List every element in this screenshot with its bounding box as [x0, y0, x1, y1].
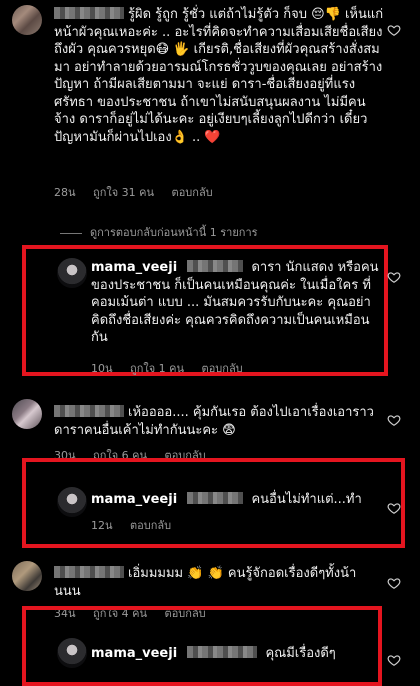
reply-time: 10น — [91, 362, 113, 375]
comment-time: 28น — [54, 186, 76, 199]
avatar[interactable] — [12, 5, 42, 35]
avatar[interactable] — [12, 399, 42, 429]
avatar[interactable] — [57, 487, 87, 517]
username[interactable]: mama_veeji — [91, 646, 177, 661]
blurred-username[interactable] — [54, 405, 124, 417]
view-previous-replies[interactable]: ดูการตอบกลับก่อนหน้านี้ 1 รายการ — [60, 223, 258, 241]
heart-outline-icon[interactable] — [387, 652, 401, 666]
blurred-mention[interactable] — [187, 492, 244, 504]
heart-outline-icon[interactable] — [387, 500, 401, 514]
like-count[interactable]: ถูกใจ 31 คน — [93, 186, 154, 199]
blurred-mention[interactable] — [187, 260, 244, 272]
blurred-username[interactable] — [54, 566, 124, 578]
reply-meta: 10น ถูกใจ 1 คน ตอบกลับ — [91, 359, 257, 377]
username[interactable]: mama_veeji — [91, 260, 177, 275]
like-count[interactable]: ถูกใจ 1 คน — [130, 362, 184, 375]
blurred-username[interactable] — [54, 7, 124, 19]
reply-button[interactable]: ตอบกลับ — [202, 362, 243, 375]
reply-button[interactable]: ตอบกลับ — [130, 519, 171, 532]
reply-text: mama_veeji ดารา นักแสดง หรือคนของประชาชน… — [91, 260, 379, 345]
reply-meta: 12น ตอบกลับ — [91, 516, 185, 534]
comment-text: รู้ผิด รู้ถูก รู้ชั่ว แต่ถ้าไม่รู้ตัว ก็… — [54, 7, 384, 145]
heart-outline-icon[interactable] — [387, 269, 401, 283]
heart-outline-icon[interactable] — [387, 412, 401, 426]
reply-text: mama_veeji คนอื่นไม่ทำแต่...ทำ — [91, 492, 362, 507]
avatar[interactable] — [57, 638, 87, 668]
comment-meta: 28น ถูกใจ 31 คน ตอบกลับ — [54, 183, 227, 201]
avatar[interactable] — [57, 258, 87, 288]
username[interactable]: mama_veeji — [91, 492, 177, 507]
heart-outline-icon[interactable] — [387, 575, 401, 589]
avatar[interactable] — [12, 561, 42, 591]
reply-text: mama_veeji คุณมีเรื่องดีๆ — [91, 646, 336, 661]
comment-text: เห้ออออ.... คุ้มกันเรอ ต้องไปเอาเรื่องเอ… — [54, 405, 374, 438]
heart-outline-icon[interactable] — [387, 22, 401, 36]
blurred-mention[interactable] — [187, 646, 258, 658]
reply-button[interactable]: ตอบกลับ — [172, 186, 213, 199]
comment-text: เอิ่มมมมม 👏 👏 คนรู้จักอดเรื่องดีๆทั้งน้า… — [54, 566, 357, 599]
reply-time: 12น — [91, 519, 113, 532]
